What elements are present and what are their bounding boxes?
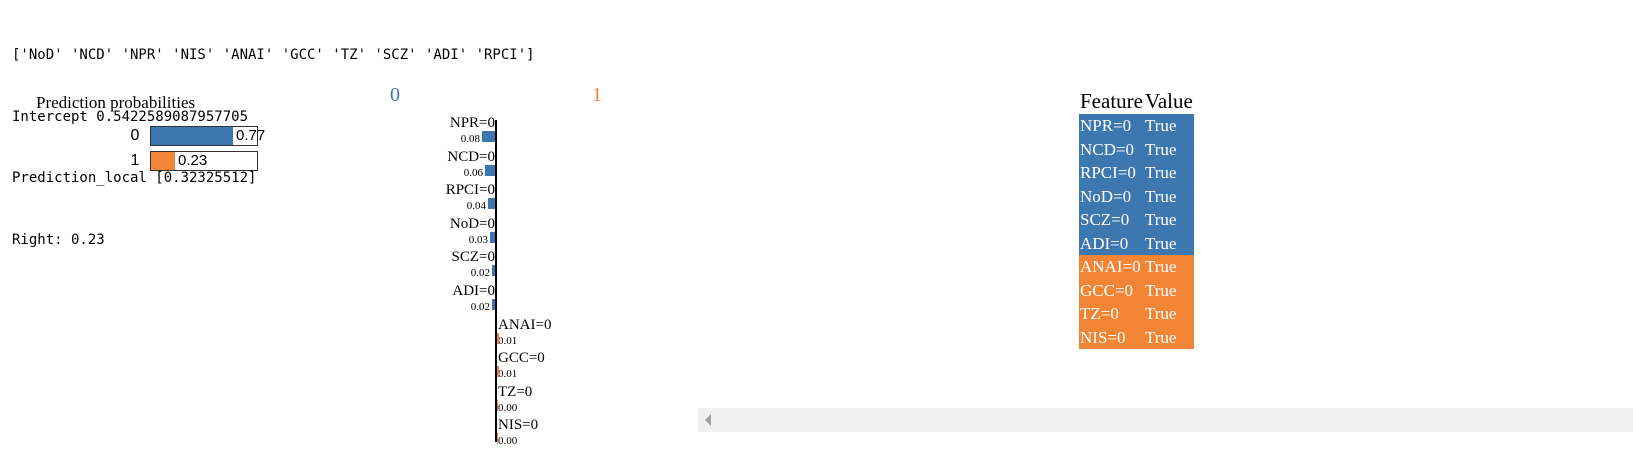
feature-cell: GCC=0 [1080,280,1134,300]
feature-weight-bar [482,131,495,142]
feature-weight-bar [488,198,495,210]
feature-value-table: Feature Value NPR=0 True NCD=0 True RPCI=0 Tr… [1079,88,1194,349]
feature-cell: NCD=0 [1080,139,1134,159]
table-row: ADI=0 True [1079,231,1194,255]
feature-weight-bar [497,399,498,411]
console-line-right: Right: 0.23 [12,231,105,248]
feature-cell: NPR=0 [1080,116,1132,135]
feature-weight-label: 0.01 [498,334,518,347]
feature-cell: SCZ=0 [1080,210,1130,229]
feature-label: ANAI=0 [498,316,552,333]
feature-cell: ANAI=0 [1080,257,1141,276]
value-cell: True [1144,186,1177,206]
feature-label: GCC=0 [498,350,545,367]
value-cell: True [1144,304,1177,323]
table-row: ANAI=0 True [1079,255,1194,279]
zero-axis [495,120,497,442]
value-cell: True [1144,139,1177,159]
feature-weight-label: 0.03 [468,233,488,246]
probability-value-0: 0.77 [236,127,266,144]
chevron-left-icon[interactable] [705,414,711,426]
table-header-row: Feature Value [1079,88,1194,114]
feature-label: NIS=0 [498,417,539,434]
table-row: TZ=0 True [1079,302,1194,326]
table-row: NoD=0 True [1079,184,1194,208]
feature-weight-bar [485,164,495,176]
feature-weight-label: 0.06 [463,166,483,179]
table-row: NIS=0 True [1079,325,1194,349]
feature-weight-label: 0.00 [498,401,518,414]
feature-cell: RPCI=0 [1080,163,1136,182]
value-cell: True [1144,210,1177,229]
table-row: SCZ=0 True [1079,208,1194,232]
feature-label: TZ=0 [498,383,533,400]
feature-weight-label: 0.02 [470,301,490,313]
value-cell: True [1144,233,1177,253]
feature-weight-label: 0.01 [498,368,518,381]
feature-label: RPCI=0 [445,182,495,199]
table-row: RPCI=0 True [1079,161,1194,185]
feature-weight-label: 0.00 [498,435,518,448]
probability-bar-1 [151,152,175,170]
feature-column-header: Feature [1079,88,1144,114]
table-row: GCC=0 True [1079,278,1194,302]
feature-label: ADI=0 [452,283,495,299]
feature-weight-bar [497,366,499,378]
feature-weight-bar [492,265,495,277]
prediction-probabilities-title: Prediction probabilities [36,93,196,112]
value-cell: True [1144,163,1177,182]
feature-cell: NIS=0 [1080,327,1126,347]
feature-weight-bar [492,299,495,310]
probability-class-label: 0 [130,127,140,144]
feature-label: NCD=0 [447,148,495,165]
probability-bar-0 [151,127,233,145]
table-row: NPR=0 True [1079,114,1194,138]
value-cell: True [1144,257,1177,276]
feature-cell: ADI=0 [1080,233,1129,253]
feature-weight-bar [497,332,499,344]
value-column-header: Value [1143,88,1194,114]
horizontal-scrollbar[interactable] [698,408,1633,432]
table-row: NCD=0 True [1079,137,1194,161]
value-cell: True [1144,327,1177,347]
feature-label: NoD=0 [449,215,495,232]
feature-weight-label: 0.08 [460,133,480,145]
probability-class-label: 1 [130,152,140,169]
console-line-features: ['NoD' 'NCD' 'NPR' 'NIS' 'ANAI' 'GCC' 'T… [12,47,535,63]
value-cell: True [1144,280,1177,300]
feature-weight-label: 0.02 [470,267,490,280]
feature-cell: TZ=0 [1080,304,1119,323]
feature-label: NPR=0 [449,115,495,131]
feature-weight-label: 0.04 [466,200,486,213]
feature-label: SCZ=0 [451,249,495,266]
class-label-1: 1 [592,84,602,106]
feature-weight-bar [497,433,498,445]
feature-weight-bar [490,231,495,243]
probability-value-1: 0.23 [178,152,208,169]
feature-cell: NoD=0 [1080,186,1132,206]
class-label-0: 0 [390,84,400,106]
value-cell: True [1144,116,1177,135]
